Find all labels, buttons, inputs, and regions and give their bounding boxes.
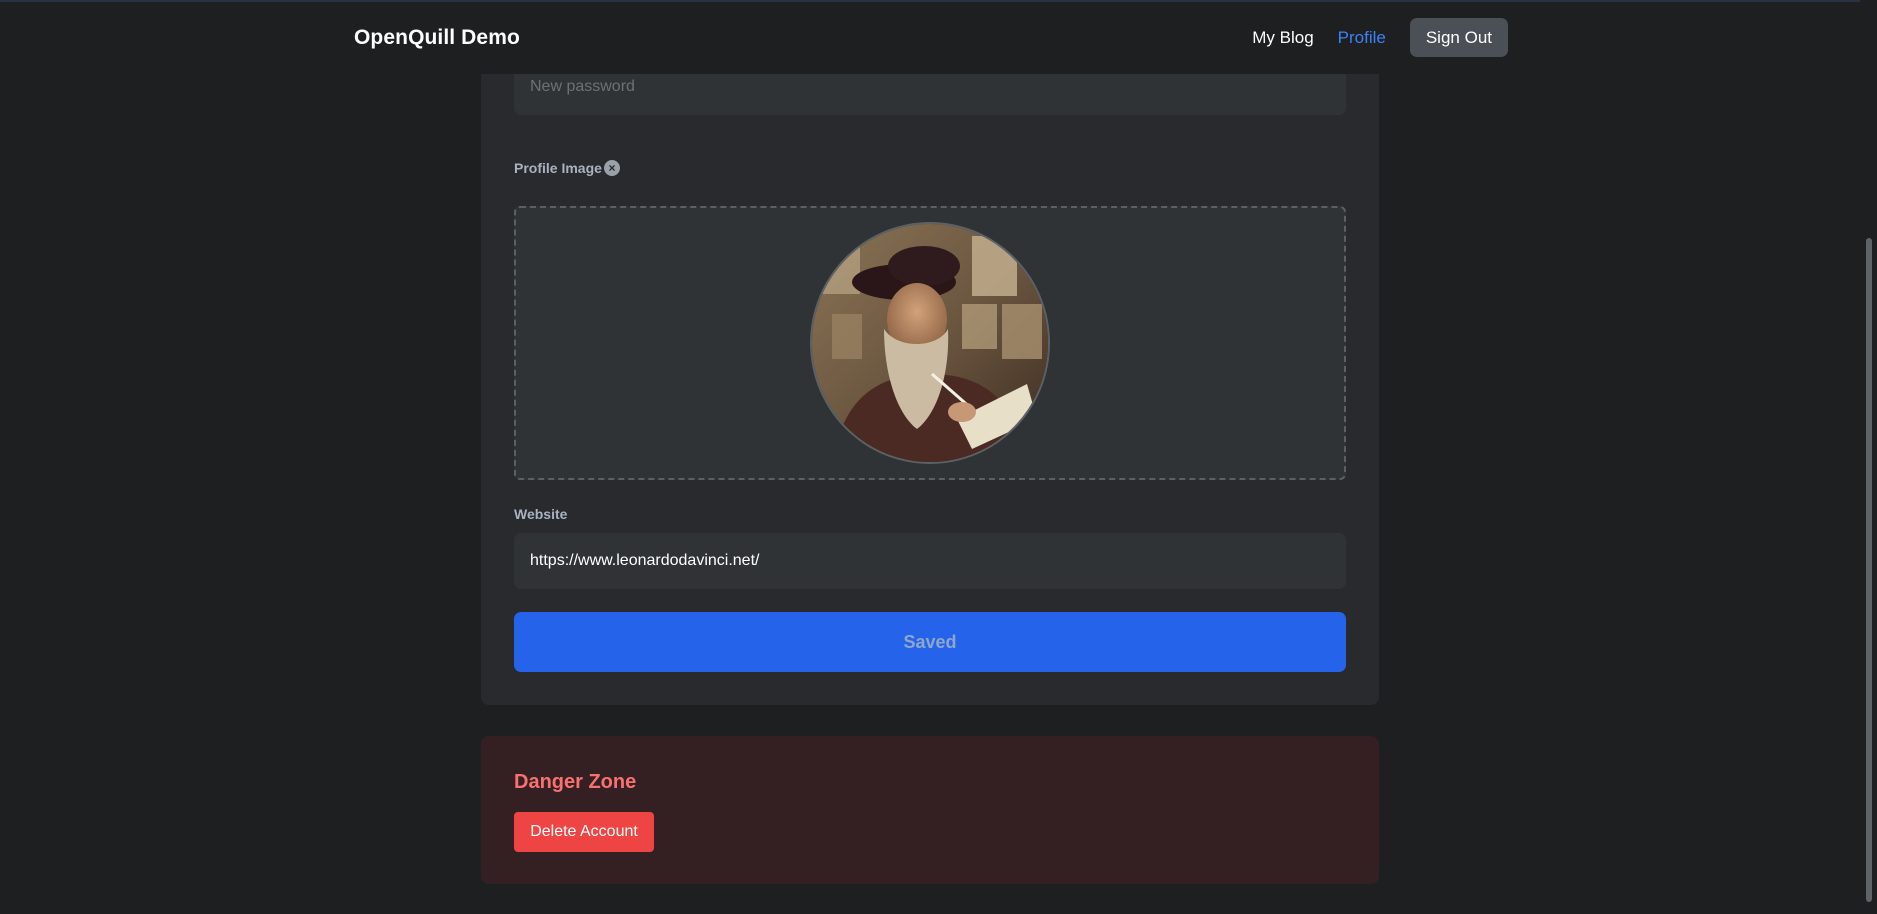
nav-links: My Blog Profile Sign Out bbox=[1252, 18, 1508, 57]
danger-zone-card bbox=[481, 736, 1379, 884]
website-input[interactable]: https://www.leonardodavinci.net/ bbox=[514, 533, 1346, 589]
sign-out-button[interactable]: Sign Out bbox=[1409, 18, 1508, 57]
save-button[interactable]: Saved bbox=[514, 612, 1346, 672]
brand-logo-text[interactable]: OpenQuill Demo bbox=[354, 26, 520, 50]
avatar-portrait-image bbox=[812, 224, 1048, 462]
danger-zone-title: Danger Zone bbox=[514, 771, 637, 793]
website-label: Website bbox=[514, 506, 568, 522]
profile-avatar bbox=[810, 222, 1050, 464]
clear-icon[interactable]: × bbox=[604, 160, 620, 176]
nav-profile-link[interactable]: Profile bbox=[1338, 28, 1386, 48]
profile-image-label: Profile Image bbox=[514, 160, 602, 176]
top-navigation-bar: OpenQuill Demo My Blog Profile Sign Out bbox=[0, 2, 1860, 74]
page-scrollbar-thumb[interactable] bbox=[1866, 238, 1872, 902]
nav-my-blog-link[interactable]: My Blog bbox=[1252, 28, 1313, 48]
delete-account-button[interactable]: Delete Account bbox=[514, 812, 654, 852]
